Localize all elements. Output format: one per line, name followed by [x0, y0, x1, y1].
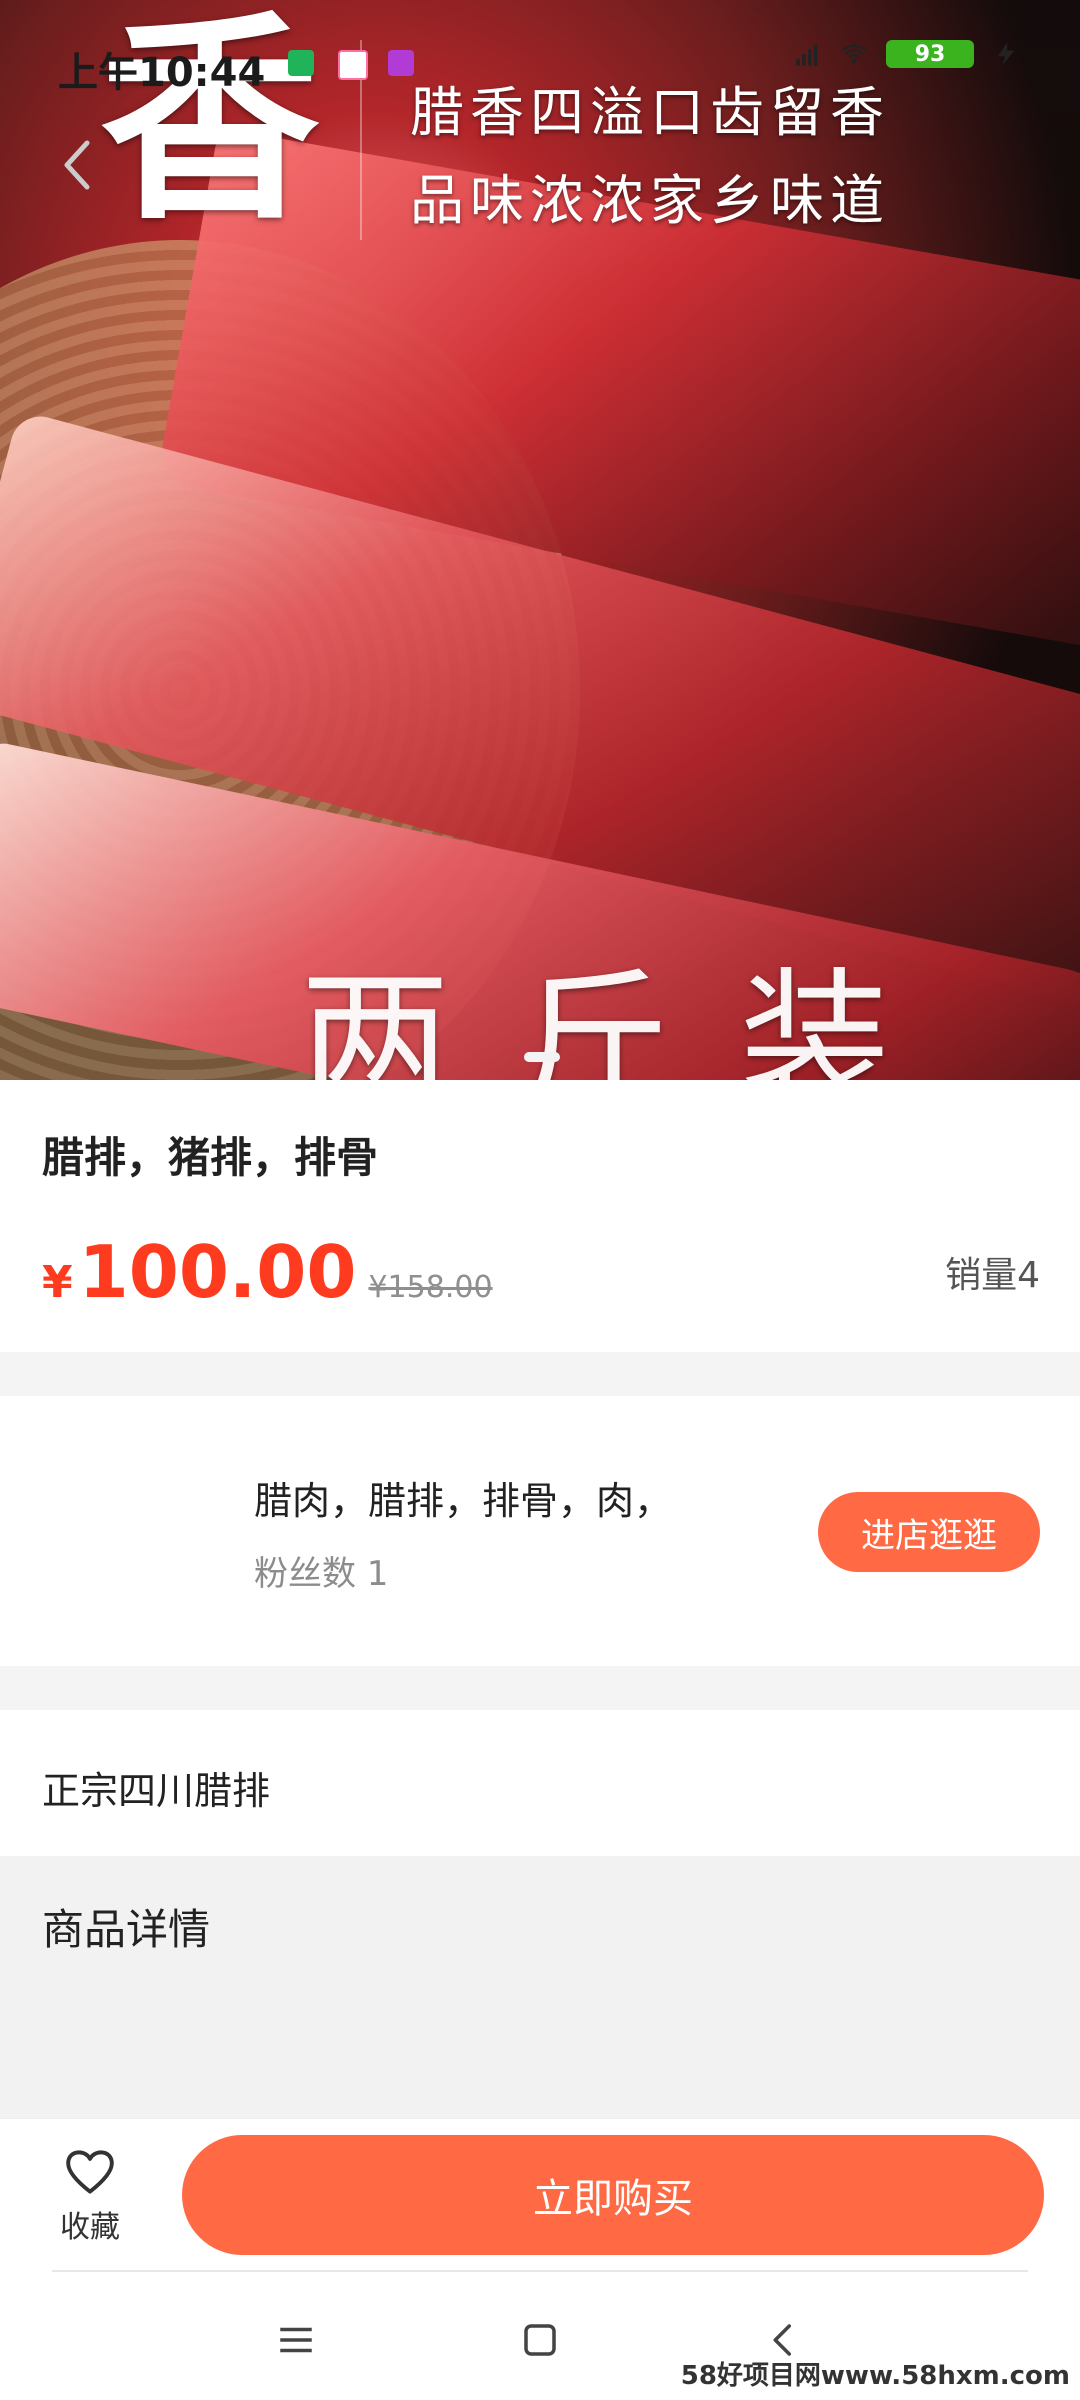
details-title: 商品详情: [42, 1905, 211, 1954]
currency-symbol: ¥: [42, 1257, 73, 1308]
battery-level: 93: [914, 41, 946, 67]
visit-shop-button[interactable]: 进店逛逛: [818, 1492, 1040, 1572]
menu-nav-button[interactable]: [266, 2310, 326, 2370]
buy-now-button[interactable]: 立即购买: [182, 2135, 1044, 2255]
heart-icon: [66, 2150, 114, 2194]
price-row: ¥ 100.00 ¥158.00: [42, 1230, 493, 1314]
original-price: ¥158.00: [368, 1270, 493, 1305]
watermark-text: 58好项目网www.58hxm.com: [680, 2361, 1070, 2391]
bottom-action-bar: 收藏 立即购买: [0, 2118, 1080, 2271]
section-gap: [0, 1666, 1080, 1710]
hero-slogan-line2: 品味浓浓家乡味道: [410, 169, 890, 232]
charging-icon: [997, 42, 1015, 66]
description-text: 正宗四川腊排: [42, 1769, 271, 1813]
product-hero-image[interactable]: 香 腊香四溢口齿留香 品味浓浓家乡味道 两斤装: [0, 0, 1080, 1080]
status-app-icon-download: [288, 50, 314, 76]
back-button[interactable]: [32, 120, 122, 210]
status-app-icon-photos: [338, 50, 368, 80]
product-description: 正宗四川腊排: [0, 1710, 1080, 1856]
product-details-section: 商品详情: [0, 1856, 1080, 2118]
current-price: 100.00: [78, 1230, 357, 1314]
section-gap: [0, 1352, 1080, 1396]
status-bar: 上午10:44 93: [0, 0, 1080, 120]
chevron-left-icon: [64, 140, 90, 190]
carousel-indicator[interactable]: [524, 1052, 560, 1062]
product-title: 腊排，猪排，排骨: [42, 1133, 379, 1182]
hero-bottom-text: 两斤装: [300, 955, 961, 1080]
wifi-icon: [841, 44, 867, 64]
sales-count: 销量4: [945, 1255, 1040, 1296]
status-right: 93: [794, 40, 1020, 68]
product-info-section: 腊排，猪排，排骨 ¥ 100.00 ¥158.00 销量4: [0, 1080, 1080, 1352]
status-app-icon-purple: [388, 50, 414, 76]
battery-indicator: 93: [886, 40, 974, 68]
shop-fans-count: 粉丝数 1: [254, 1554, 389, 1594]
signal-icon: [796, 44, 818, 66]
menu-icon: [280, 2327, 312, 2353]
square-home-icon: [524, 2324, 556, 2356]
home-nav-button[interactable]: [510, 2310, 570, 2370]
favorite-label: 收藏: [60, 2210, 120, 2245]
shop-name: 腊肉，腊排，排骨，肉，: [254, 1479, 673, 1523]
status-time: 上午10:44: [58, 50, 266, 96]
shop-card[interactable]: 腊肉，腊排，排骨，肉， 粉丝数 1 进店逛逛: [0, 1396, 1080, 1666]
favorite-button[interactable]: 收藏: [30, 2137, 150, 2257]
